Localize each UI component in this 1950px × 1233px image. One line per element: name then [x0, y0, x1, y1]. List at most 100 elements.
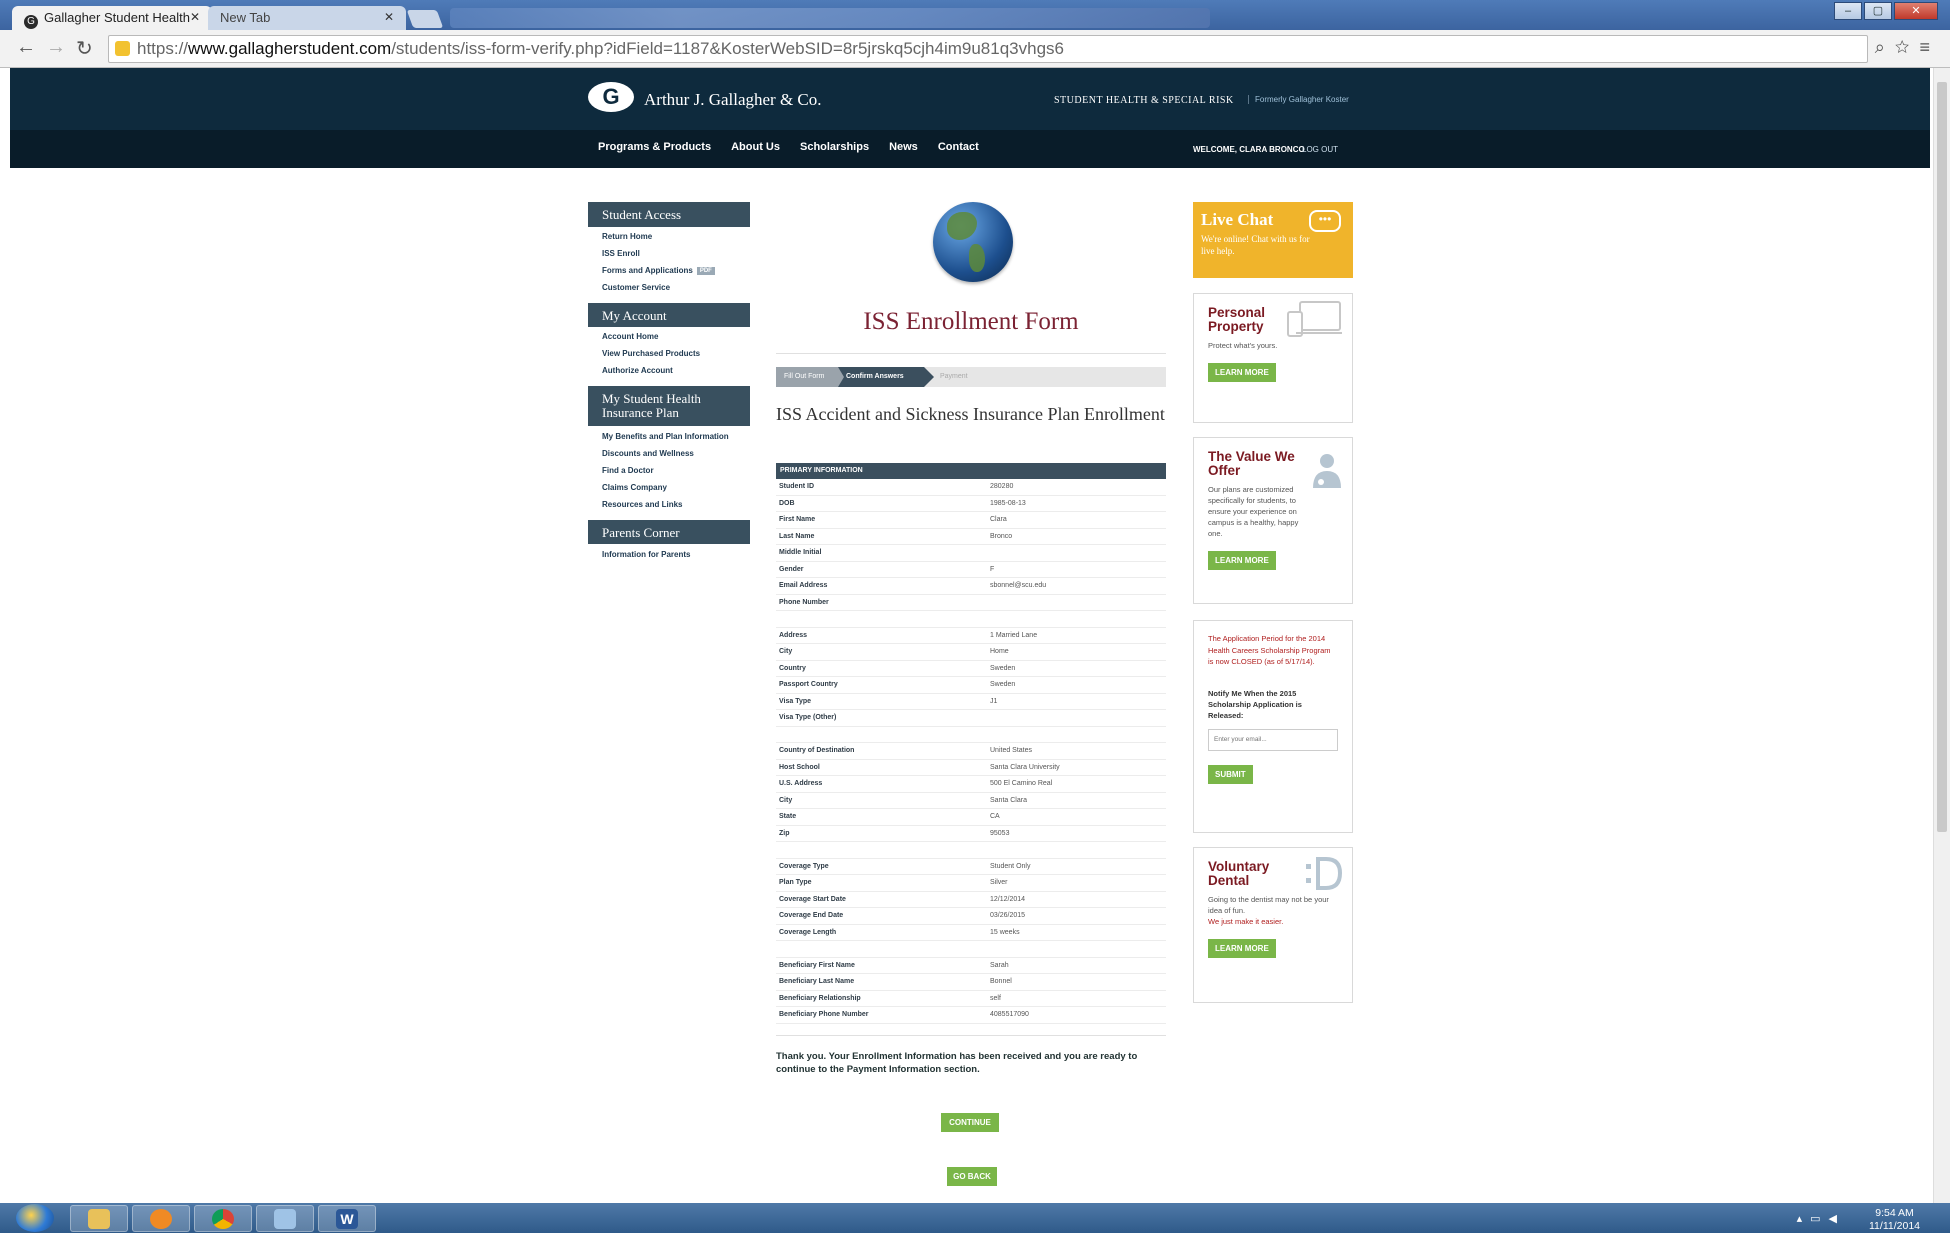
field-label: Coverage Type: [779, 862, 829, 870]
taskbar-clock[interactable]: 9:54 AM 11/11/2014: [1869, 1207, 1920, 1233]
field-label: Visa Type: [779, 697, 812, 705]
live-chat-widget[interactable]: Live Chat We're online! Chat with us for…: [1193, 202, 1353, 278]
field-value: Sarah: [990, 961, 1009, 969]
sidebar-item-customer-service[interactable]: Customer Service: [602, 283, 670, 292]
table-row: Country of Destination United States: [776, 743, 1166, 760]
table-row: State CA: [776, 809, 1166, 826]
zoom-icon[interactable]: ⌕: [1875, 37, 1895, 57]
toolbar-icons: ⌕☆≡: [1875, 37, 1940, 58]
sidebar-item-benefits[interactable]: My Benefits and Plan Information: [602, 432, 729, 441]
forward-arrow-icon[interactable]: →: [46, 36, 66, 59]
field-label: City: [779, 648, 793, 655]
sidebar-item-forms[interactable]: Forms and Applications PDF: [602, 266, 715, 275]
sidebar-item-parents-info[interactable]: Information for Parents: [602, 550, 690, 559]
page-scrollbar[interactable]: [1933, 68, 1950, 1204]
tab-new-tab[interactable]: New Tab ✕: [208, 6, 406, 30]
personal-property-card: Personal Property Protect what's yours. L…: [1193, 293, 1353, 423]
field-value: Silver: [990, 879, 1008, 886]
sidebar-item-authorize[interactable]: Authorize Account: [602, 366, 673, 375]
sidebar-head-parents: Parents Corner: [588, 520, 750, 544]
nav-about[interactable]: About Us: [731, 141, 780, 153]
chevron-up-icon[interactable]: ▴: [1797, 1213, 1811, 1225]
table-row: Passport Country Sweden: [776, 677, 1166, 694]
clock-date: 11/11/2014: [1869, 1220, 1920, 1232]
table-row: Beneficiary First Name Sarah: [776, 958, 1166, 974]
field-label: Beneficiary Phone Number: [779, 1011, 869, 1018]
step-confirm-answers: Confirm Answers: [838, 367, 934, 387]
site-header: [10, 68, 1930, 130]
sidebar-item-resources[interactable]: Resources and Links: [602, 500, 682, 509]
field-label: Beneficiary Relationship: [779, 994, 861, 1002]
globe-icon: [933, 202, 1013, 282]
address-bar[interactable]: https://www.gallagherstudent.com/student…: [108, 35, 1868, 63]
sidebar-item-purchased[interactable]: View Purchased Products: [602, 349, 700, 358]
field-label: First Name: [779, 516, 816, 523]
gallagher-logo-icon[interactable]: G: [588, 82, 634, 112]
star-icon[interactable]: ☆: [1895, 37, 1920, 57]
media-player-taskbar-icon[interactable]: [132, 1205, 190, 1232]
nav-news[interactable]: News: [889, 141, 918, 153]
sidebar-item-account-home[interactable]: Account Home: [602, 332, 658, 341]
table-row: Zip 95053: [776, 826, 1166, 842]
close-tab-icon[interactable]: ✕: [190, 10, 200, 24]
learn-more-button[interactable]: LEARN MORE: [1208, 363, 1276, 382]
network-icon[interactable]: ▭: [1810, 1213, 1828, 1225]
field-value: Clara: [990, 516, 1007, 523]
table-row: Coverage Type Student Only: [776, 859, 1166, 875]
field-label: Beneficiary Last Name: [779, 978, 855, 985]
logo-text[interactable]: Arthur J. Gallagher & Co.: [644, 90, 822, 110]
word-taskbar-icon[interactable]: W: [318, 1205, 376, 1232]
minimize-button[interactable]: –: [1834, 2, 1862, 20]
volume-icon[interactable]: ◀: [1829, 1213, 1845, 1225]
nav-scholarships[interactable]: Scholarships: [800, 141, 869, 153]
tab-title: Gallagher Student Health: [44, 10, 190, 25]
sidebar-item-return-home[interactable]: Return Home: [602, 232, 652, 241]
explorer-taskbar-icon[interactable]: [70, 1205, 128, 1232]
app-taskbar-icon[interactable]: [256, 1205, 314, 1232]
table-spacer: [776, 727, 1166, 743]
field-label: Country: [779, 664, 806, 672]
nav-contact[interactable]: Contact: [938, 141, 979, 153]
scrollbar-thumb[interactable]: [1937, 82, 1947, 832]
email-field[interactable]: [1208, 728, 1338, 751]
learn-more-button[interactable]: LEARN MORE: [1208, 939, 1276, 958]
browser-titlebar: G Gallagher Student Health ✕ New Tab ✕ – …: [0, 0, 1950, 30]
menu-icon[interactable]: ≡: [1919, 37, 1940, 57]
table-row: Coverage Length 15 weeks: [776, 925, 1166, 941]
sidebar-item-discounts[interactable]: Discounts and Wellness: [602, 449, 694, 458]
sidebar-item-iss-enroll[interactable]: ISS Enroll: [602, 249, 640, 258]
table-row: Visa Type (Other): [776, 710, 1166, 727]
table-row: Beneficiary Last Name Bonnel: [776, 974, 1166, 991]
tab-gallagher[interactable]: G Gallagher Student Health ✕: [12, 6, 212, 30]
notify-title: Notify Me When the 2015 Scholarship Appl…: [1208, 688, 1302, 720]
start-button[interactable]: [16, 1204, 54, 1232]
submit-button[interactable]: SUBMIT: [1208, 764, 1253, 784]
go-back-button[interactable]: GO BACK: [947, 1167, 997, 1186]
field-label: Plan Type: [779, 879, 812, 886]
reload-icon[interactable]: ↻: [76, 36, 93, 61]
step-fill-out-form: Fill Out Form: [776, 367, 844, 387]
card-title-line2: Dental: [1208, 873, 1250, 888]
field-label: Gender: [779, 565, 804, 573]
table-spacer: [776, 611, 1166, 628]
sidebar-item-find-doctor[interactable]: Find a Doctor: [602, 466, 654, 475]
logout-link[interactable]: LOG OUT: [1302, 145, 1338, 154]
sidebar-head-health-plan: My Student Health Insurance Plan: [588, 386, 750, 426]
field-value: sbonnel@scu.edu: [990, 582, 1047, 589]
continue-button[interactable]: CONTINUE: [941, 1113, 999, 1132]
field-value: 95053: [990, 829, 1010, 837]
back-arrow-icon[interactable]: ←: [16, 36, 36, 59]
field-label: Zip: [779, 829, 790, 837]
learn-more-button[interactable]: LEARN MORE: [1208, 551, 1276, 570]
close-window-button[interactable]: ✕: [1894, 2, 1938, 20]
nav-programs[interactable]: Programs & Products: [598, 141, 711, 153]
new-tab-button[interactable]: [406, 10, 444, 28]
field-value: 12/12/2014: [990, 895, 1026, 903]
devices-icon: [1287, 301, 1342, 337]
close-tab-icon[interactable]: ✕: [384, 10, 394, 24]
maximize-button[interactable]: ▢: [1864, 2, 1892, 20]
url-prefix: https://: [137, 39, 189, 58]
chrome-taskbar-icon[interactable]: [194, 1205, 252, 1232]
tagline-sub: Formerly Gallagher Koster: [1248, 95, 1349, 104]
sidebar-item-claims[interactable]: Claims Company: [602, 483, 667, 492]
